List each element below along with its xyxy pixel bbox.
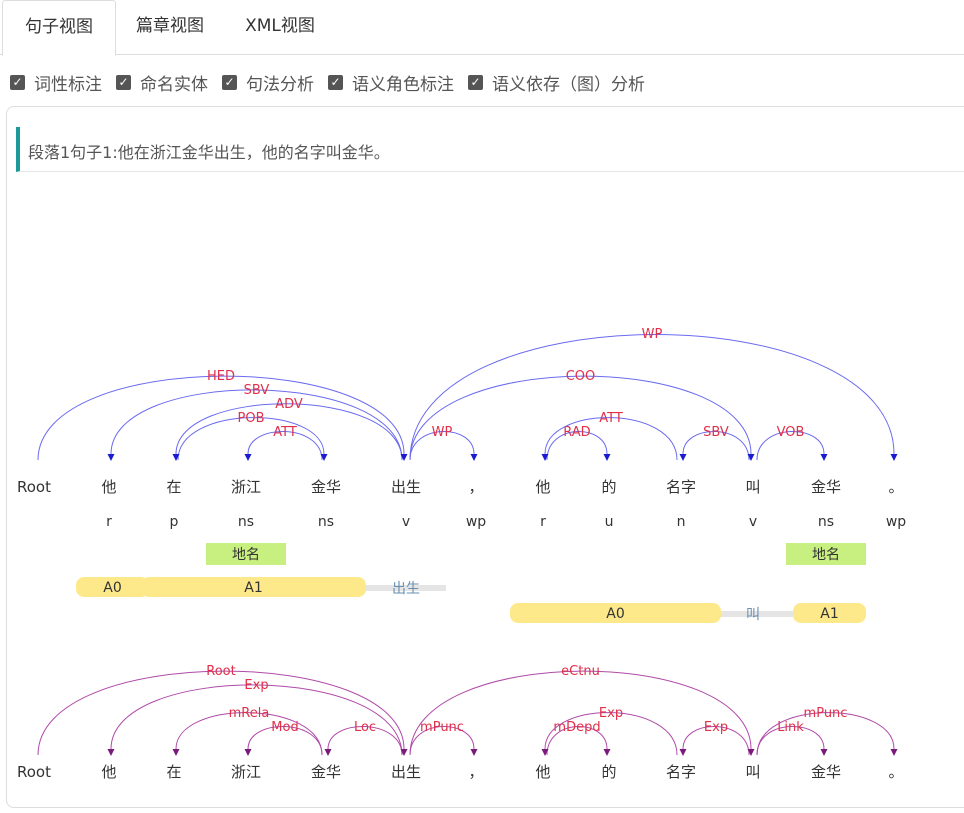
dependency-arc-label: ADV xyxy=(275,397,303,412)
word-token: 的 xyxy=(601,763,616,781)
pos-tag: wp xyxy=(886,514,906,530)
word-token: 金华 xyxy=(311,478,341,496)
dependency-arrowhead xyxy=(679,454,687,461)
semantic-arc-label: Exp xyxy=(244,678,268,693)
word-token: 在 xyxy=(166,763,181,781)
srl-predicate: 出生 xyxy=(392,581,420,597)
semantic-arrowhead xyxy=(890,749,898,756)
word-token: 出生 xyxy=(391,478,421,496)
dependency-arrowhead xyxy=(890,454,898,461)
semantic-arrowhead xyxy=(679,749,687,756)
semantic-arc-label: Loc xyxy=(354,720,376,735)
pos-tag: n xyxy=(677,514,686,530)
word-token: 出生 xyxy=(391,763,421,781)
root-token: Root xyxy=(17,763,51,781)
semantic-arrowhead xyxy=(820,749,828,756)
srl-argument-label: A0 xyxy=(103,580,121,596)
semantic-arrowhead xyxy=(470,749,478,756)
dependency-arc-label: COO xyxy=(566,369,596,384)
srl-argument-label: A0 xyxy=(606,606,624,622)
semantic-arrowhead xyxy=(324,749,332,756)
word-token: 他 xyxy=(101,478,116,496)
semantic-arc-label: mPunc xyxy=(804,706,848,721)
dependency-arc-label: WP xyxy=(432,425,453,440)
semantic-arc-label: Root xyxy=(206,664,235,679)
dependency-arc xyxy=(409,334,895,461)
semantic-arc xyxy=(37,670,405,756)
word-token: ， xyxy=(468,478,483,496)
pos-tag: wp xyxy=(466,514,486,530)
word-token: 金华 xyxy=(311,763,341,781)
dependency-arc-label: ATT xyxy=(599,411,623,426)
word-token: 他 xyxy=(535,478,550,496)
semantic-arc-label: Exp xyxy=(704,720,728,735)
dependency-arrowhead xyxy=(603,454,611,461)
pos-tag: u xyxy=(605,514,614,530)
srl-argument-label: A1 xyxy=(820,606,838,622)
sentence-visualization: Root 他 r 在 p 浙江 ns 金华 ns 出生 v ， wp 他 r 的 u 名字 n 叫 v 金华 ns 。 wp AT… xyxy=(17,327,906,781)
word-token: ， xyxy=(468,763,483,781)
pos-tag: v xyxy=(402,514,410,530)
word-token: 名字 xyxy=(666,478,696,496)
srl-predicate: 叫 xyxy=(746,607,760,623)
semantic-arc-label: Exp xyxy=(599,706,623,721)
dependency-arrowhead xyxy=(470,454,478,461)
word-token: 他 xyxy=(101,763,116,781)
semantic-arc-label: mRela xyxy=(229,706,270,721)
semantic-arrowhead xyxy=(172,749,180,756)
word-token: 叫 xyxy=(745,478,760,496)
semantic-arrowhead xyxy=(107,749,115,756)
dependency-arc-label: SBV xyxy=(244,383,270,398)
word-token: 。 xyxy=(888,763,903,781)
srl-argument-label: A1 xyxy=(244,580,262,596)
word-token: 的 xyxy=(601,478,616,496)
pos-tag: p xyxy=(170,514,179,530)
dependency-arrowhead xyxy=(820,454,828,461)
word-token: 。 xyxy=(888,478,903,496)
pos-tag: ns xyxy=(818,514,834,530)
word-token: 金华 xyxy=(811,478,841,496)
dependency-arc-label: VOB xyxy=(777,425,805,440)
pos-tag: ns xyxy=(318,514,334,530)
word-token: 他 xyxy=(535,763,550,781)
pos-tag: ns xyxy=(238,514,254,530)
word-token: 浙江 xyxy=(231,478,261,496)
word-token: 浙江 xyxy=(231,763,261,781)
dependency-arc-label: ATT xyxy=(273,425,297,440)
semantic-arc-label: eCtnu xyxy=(561,664,600,679)
semantic-arrowhead xyxy=(603,749,611,756)
dependency-arrowhead xyxy=(244,454,252,461)
semantic-arc-label: mDepd xyxy=(553,720,600,735)
dependency-arc xyxy=(409,375,752,461)
dependency-arc-label: POB xyxy=(238,411,265,426)
ner-label: 地名 xyxy=(812,547,840,563)
pos-tag: r xyxy=(540,514,546,530)
ner-label: 地名 xyxy=(232,547,260,563)
semantic-arc-label: mPunc xyxy=(420,720,464,735)
semantic-arc-label: Mod xyxy=(271,720,298,735)
semantic-arrowhead xyxy=(244,749,252,756)
pos-tag: v xyxy=(749,514,757,530)
dependency-arc-label: SBV xyxy=(703,425,729,440)
dependency-arc-label: RAD xyxy=(563,425,590,440)
dependency-arc-label: WP xyxy=(642,327,663,342)
pos-tag: r xyxy=(106,514,112,530)
dependency-arc xyxy=(37,375,405,461)
word-token: 在 xyxy=(166,478,181,496)
semantic-arc xyxy=(409,670,752,756)
word-token: 名字 xyxy=(666,763,696,781)
dependency-arrowhead xyxy=(107,454,115,461)
word-token: 叫 xyxy=(745,763,760,781)
root-token: Root xyxy=(17,478,51,496)
word-token: 金华 xyxy=(811,763,841,781)
dependency-arc-label: HED xyxy=(207,369,235,384)
